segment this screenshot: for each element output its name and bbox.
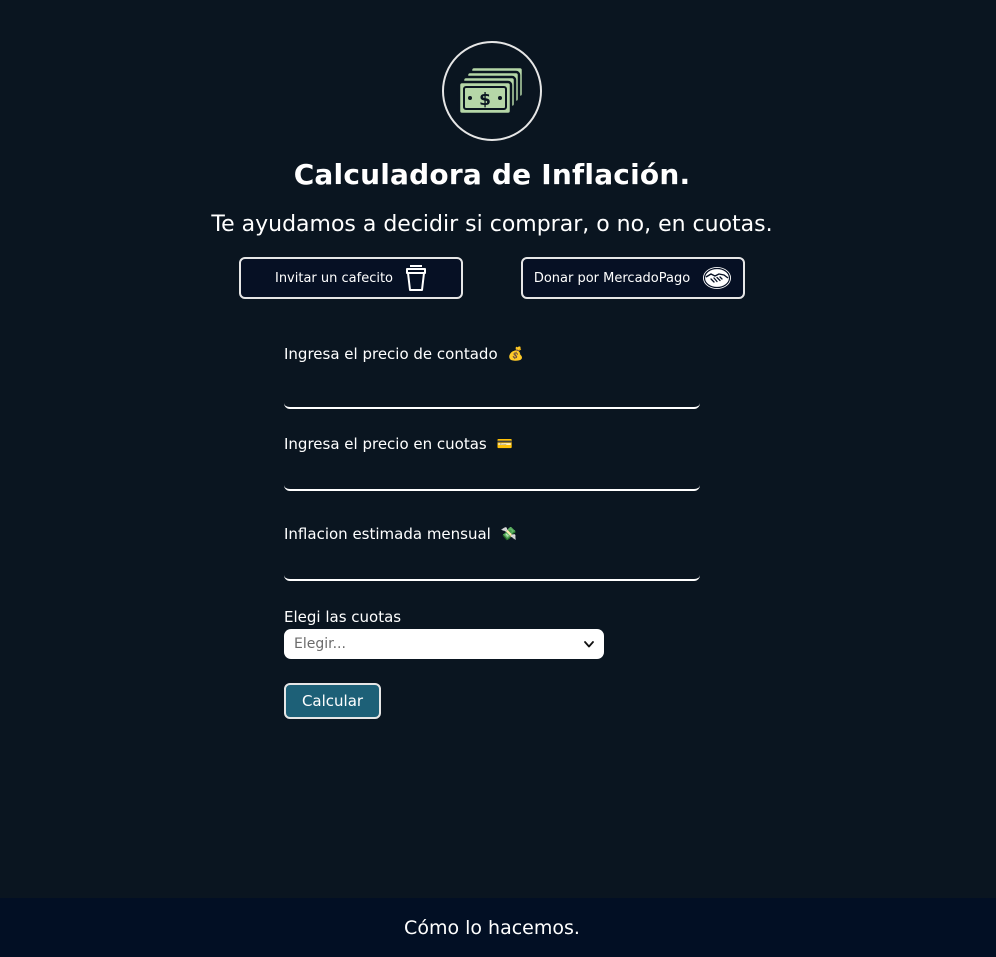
- handshake-icon: [703, 267, 732, 289]
- cuotas-select-label: Elegi las cuotas: [284, 608, 402, 626]
- precio-contado-label: Ingresa el precio de contado 💰: [284, 345, 524, 363]
- inflacion-input[interactable]: [284, 555, 700, 581]
- footer: Cómo lo hacemos.: [0, 898, 996, 957]
- donate-mercadopago-button[interactable]: Donar por MercadoPago: [521, 257, 745, 299]
- page-subtitle: Te ayudamos a decidir si comprar, o no, …: [211, 212, 773, 237]
- footer-link[interactable]: Cómo lo hacemos.: [404, 917, 580, 939]
- page-title: Calculadora de Inflación.: [293, 158, 691, 191]
- invite-coffee-button[interactable]: Invitar un cafecito: [239, 257, 463, 299]
- cuotas-select[interactable]: Elegir...: [284, 629, 604, 659]
- logo-circle: $: [442, 41, 542, 141]
- inflacion-label: Inflacion estimada mensual 💸: [284, 525, 518, 543]
- money-bag-icon: 💰: [507, 346, 524, 362]
- svg-text:$: $: [479, 90, 491, 110]
- credit-card-icon: 💳: [496, 436, 513, 452]
- calcular-button[interactable]: Calcular: [284, 683, 381, 719]
- money-bills-icon: $: [457, 65, 525, 116]
- donate-mercadopago-label: Donar por MercadoPago: [533, 270, 691, 286]
- precio-contado-input[interactable]: [284, 383, 700, 409]
- invite-coffee-label: Invitar un cafecito: [274, 270, 394, 286]
- page: $ Calculadora de Inflación. Te ayudamos …: [0, 0, 996, 957]
- chevron-down-icon: [584, 640, 594, 647]
- precio-cuotas-input[interactable]: [284, 465, 700, 491]
- precio-cuotas-label: Ingresa el precio en cuotas 💳: [284, 435, 513, 453]
- cuotas-select-value: Elegir...: [294, 636, 346, 652]
- coffee-cup-icon: [406, 264, 427, 291]
- money-wings-icon: 💸: [500, 526, 518, 542]
